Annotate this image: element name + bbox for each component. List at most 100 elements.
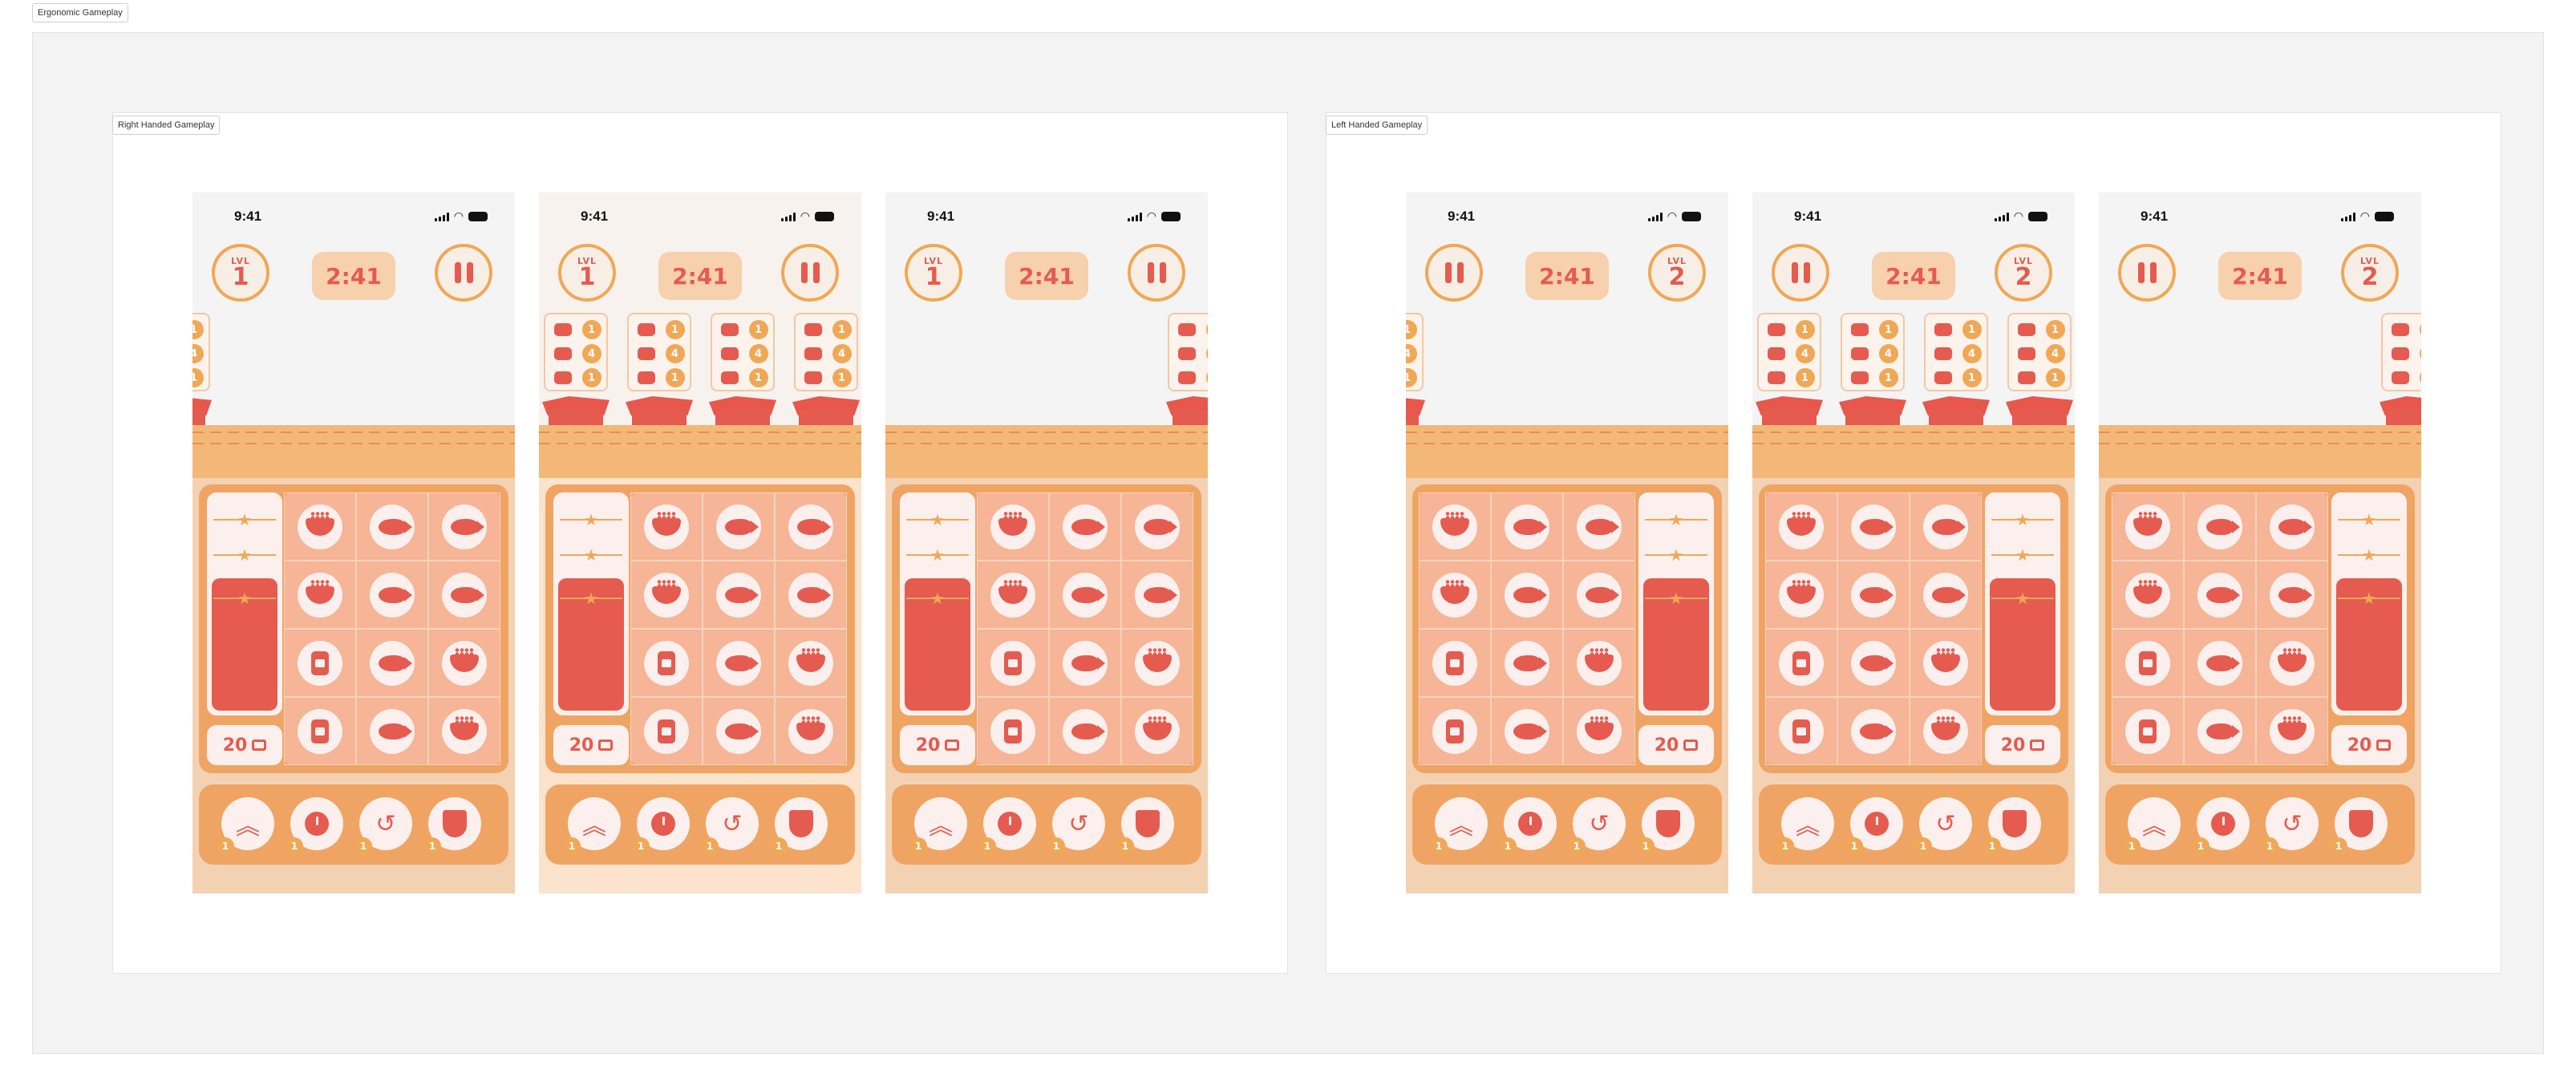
grid-cell[interactable] — [1765, 492, 1837, 561]
grid-cell[interactable] — [703, 697, 775, 765]
grid-cell[interactable] — [1563, 561, 1635, 629]
grid-cell[interactable] — [428, 561, 500, 629]
grid-cell[interactable] — [1765, 561, 1837, 629]
grid-cell[interactable] — [356, 629, 428, 697]
grid-cell[interactable] — [1910, 561, 1982, 629]
grid-cell[interactable] — [703, 629, 775, 697]
grid-cell[interactable] — [1419, 561, 1491, 629]
grid-cell[interactable] — [1765, 629, 1837, 697]
grid-cell[interactable] — [356, 561, 428, 629]
grid-cell[interactable] — [2112, 492, 2184, 561]
powerup-clock-button[interactable]: 1 — [1845, 797, 1903, 855]
powerup-boost-button[interactable]: ︽ 1 — [1776, 797, 1834, 855]
grid-cell[interactable] — [1049, 697, 1121, 765]
grid-cell[interactable] — [703, 561, 775, 629]
grid-cell[interactable] — [2256, 492, 2328, 561]
powerup-boost-button[interactable]: ︽ 1 — [217, 797, 274, 855]
pause-button[interactable] — [1772, 244, 1829, 302]
powerup-shield-button[interactable]: 1 — [1637, 797, 1695, 855]
grid-cell[interactable] — [1049, 561, 1121, 629]
grid-cell[interactable] — [2256, 629, 2328, 697]
grid-cell[interactable] — [356, 697, 428, 765]
grid-cell[interactable] — [1910, 629, 1982, 697]
grid-cell[interactable] — [775, 561, 847, 629]
grid-cell[interactable] — [630, 492, 703, 561]
grid-cell[interactable] — [2184, 492, 2256, 561]
grid-cell[interactable] — [1837, 492, 1910, 561]
grid-cell[interactable] — [977, 697, 1049, 765]
powerup-clock-button[interactable]: 1 — [632, 797, 690, 855]
grid-cell[interactable] — [630, 697, 703, 765]
grid-cell[interactable] — [1049, 492, 1121, 561]
powerup-undo-button[interactable]: ↺ 1 — [701, 797, 759, 855]
powerup-boost-button[interactable]: ︽ 1 — [1430, 797, 1488, 855]
grid-cell[interactable] — [1837, 629, 1910, 697]
powerup-shield-button[interactable]: 1 — [1116, 797, 1174, 855]
grid-cell[interactable] — [1563, 697, 1635, 765]
grid-cell[interactable] — [1765, 697, 1837, 765]
group-label-right[interactable]: Right Handed Gameplay — [112, 115, 221, 135]
powerup-undo-button[interactable]: ↺ 1 — [1047, 797, 1105, 855]
grid-cell[interactable] — [775, 492, 847, 561]
grid-cell[interactable] — [2112, 561, 2184, 629]
grid-cell[interactable] — [630, 629, 703, 697]
grid-cell[interactable] — [428, 492, 500, 561]
grid-cell[interactable] — [428, 697, 500, 765]
pause-button[interactable] — [2118, 244, 2176, 302]
frame-label-ergonomic[interactable]: Ergonomic Gameplay — [32, 3, 128, 22]
grid-cell[interactable] — [284, 561, 356, 629]
powerup-clock-button[interactable]: 1 — [286, 797, 343, 855]
grid-cell[interactable] — [703, 492, 775, 561]
powerup-undo-button[interactable]: ↺ 1 — [1914, 797, 1972, 855]
powerup-boost-button[interactable]: ︽ 1 — [563, 797, 621, 855]
powerup-shield-button[interactable]: 1 — [1983, 797, 2041, 855]
pause-button[interactable] — [1425, 244, 1483, 302]
grid-cell[interactable] — [1121, 629, 1193, 697]
grid-cell[interactable] — [2112, 629, 2184, 697]
grid-cell[interactable] — [775, 629, 847, 697]
grid-cell[interactable] — [1491, 697, 1563, 765]
powerup-undo-button[interactable]: ↺ 1 — [1568, 797, 1626, 855]
grid-cell[interactable] — [1910, 697, 1982, 765]
grid-cell[interactable] — [1491, 629, 1563, 697]
grid-cell[interactable] — [1049, 629, 1121, 697]
powerup-boost-button[interactable]: ︽ 1 — [909, 797, 967, 855]
powerup-shield-button[interactable]: 1 — [423, 797, 481, 855]
powerup-boost-button[interactable]: ︽ 1 — [2123, 797, 2181, 855]
powerup-clock-button[interactable]: 1 — [1499, 797, 1557, 855]
grid-cell[interactable] — [2256, 697, 2328, 765]
grid-cell[interactable] — [356, 492, 428, 561]
powerup-shield-button[interactable]: 1 — [770, 797, 828, 855]
pause-button[interactable] — [1128, 244, 1185, 302]
grid-cell[interactable] — [1419, 629, 1491, 697]
grid-cell[interactable] — [1491, 492, 1563, 561]
grid-cell[interactable] — [977, 561, 1049, 629]
pause-button[interactable] — [435, 244, 492, 302]
grid-cell[interactable] — [428, 629, 500, 697]
grid-cell[interactable] — [2256, 561, 2328, 629]
grid-cell[interactable] — [2184, 697, 2256, 765]
powerup-shield-button[interactable]: 1 — [2330, 797, 2388, 855]
powerup-clock-button[interactable]: 1 — [978, 797, 1036, 855]
powerup-undo-button[interactable]: ↺ 1 — [354, 797, 412, 855]
grid-cell[interactable] — [977, 492, 1049, 561]
grid-cell[interactable] — [1121, 697, 1193, 765]
pause-button[interactable] — [781, 244, 839, 302]
powerup-undo-button[interactable]: ↺ 1 — [2261, 797, 2319, 855]
grid-cell[interactable] — [1491, 561, 1563, 629]
grid-cell[interactable] — [284, 697, 356, 765]
group-label-left[interactable]: Left Handed Gameplay — [1326, 115, 1428, 135]
grid-cell[interactable] — [1837, 697, 1910, 765]
grid-cell[interactable] — [1121, 561, 1193, 629]
grid-cell[interactable] — [1121, 492, 1193, 561]
grid-cell[interactable] — [1837, 561, 1910, 629]
grid-cell[interactable] — [977, 629, 1049, 697]
grid-cell[interactable] — [1563, 629, 1635, 697]
grid-cell[interactable] — [2184, 629, 2256, 697]
grid-cell[interactable] — [284, 629, 356, 697]
grid-cell[interactable] — [2112, 697, 2184, 765]
grid-cell[interactable] — [284, 492, 356, 561]
grid-cell[interactable] — [1419, 697, 1491, 765]
powerup-clock-button[interactable]: 1 — [2192, 797, 2250, 855]
grid-cell[interactable] — [1419, 492, 1491, 561]
